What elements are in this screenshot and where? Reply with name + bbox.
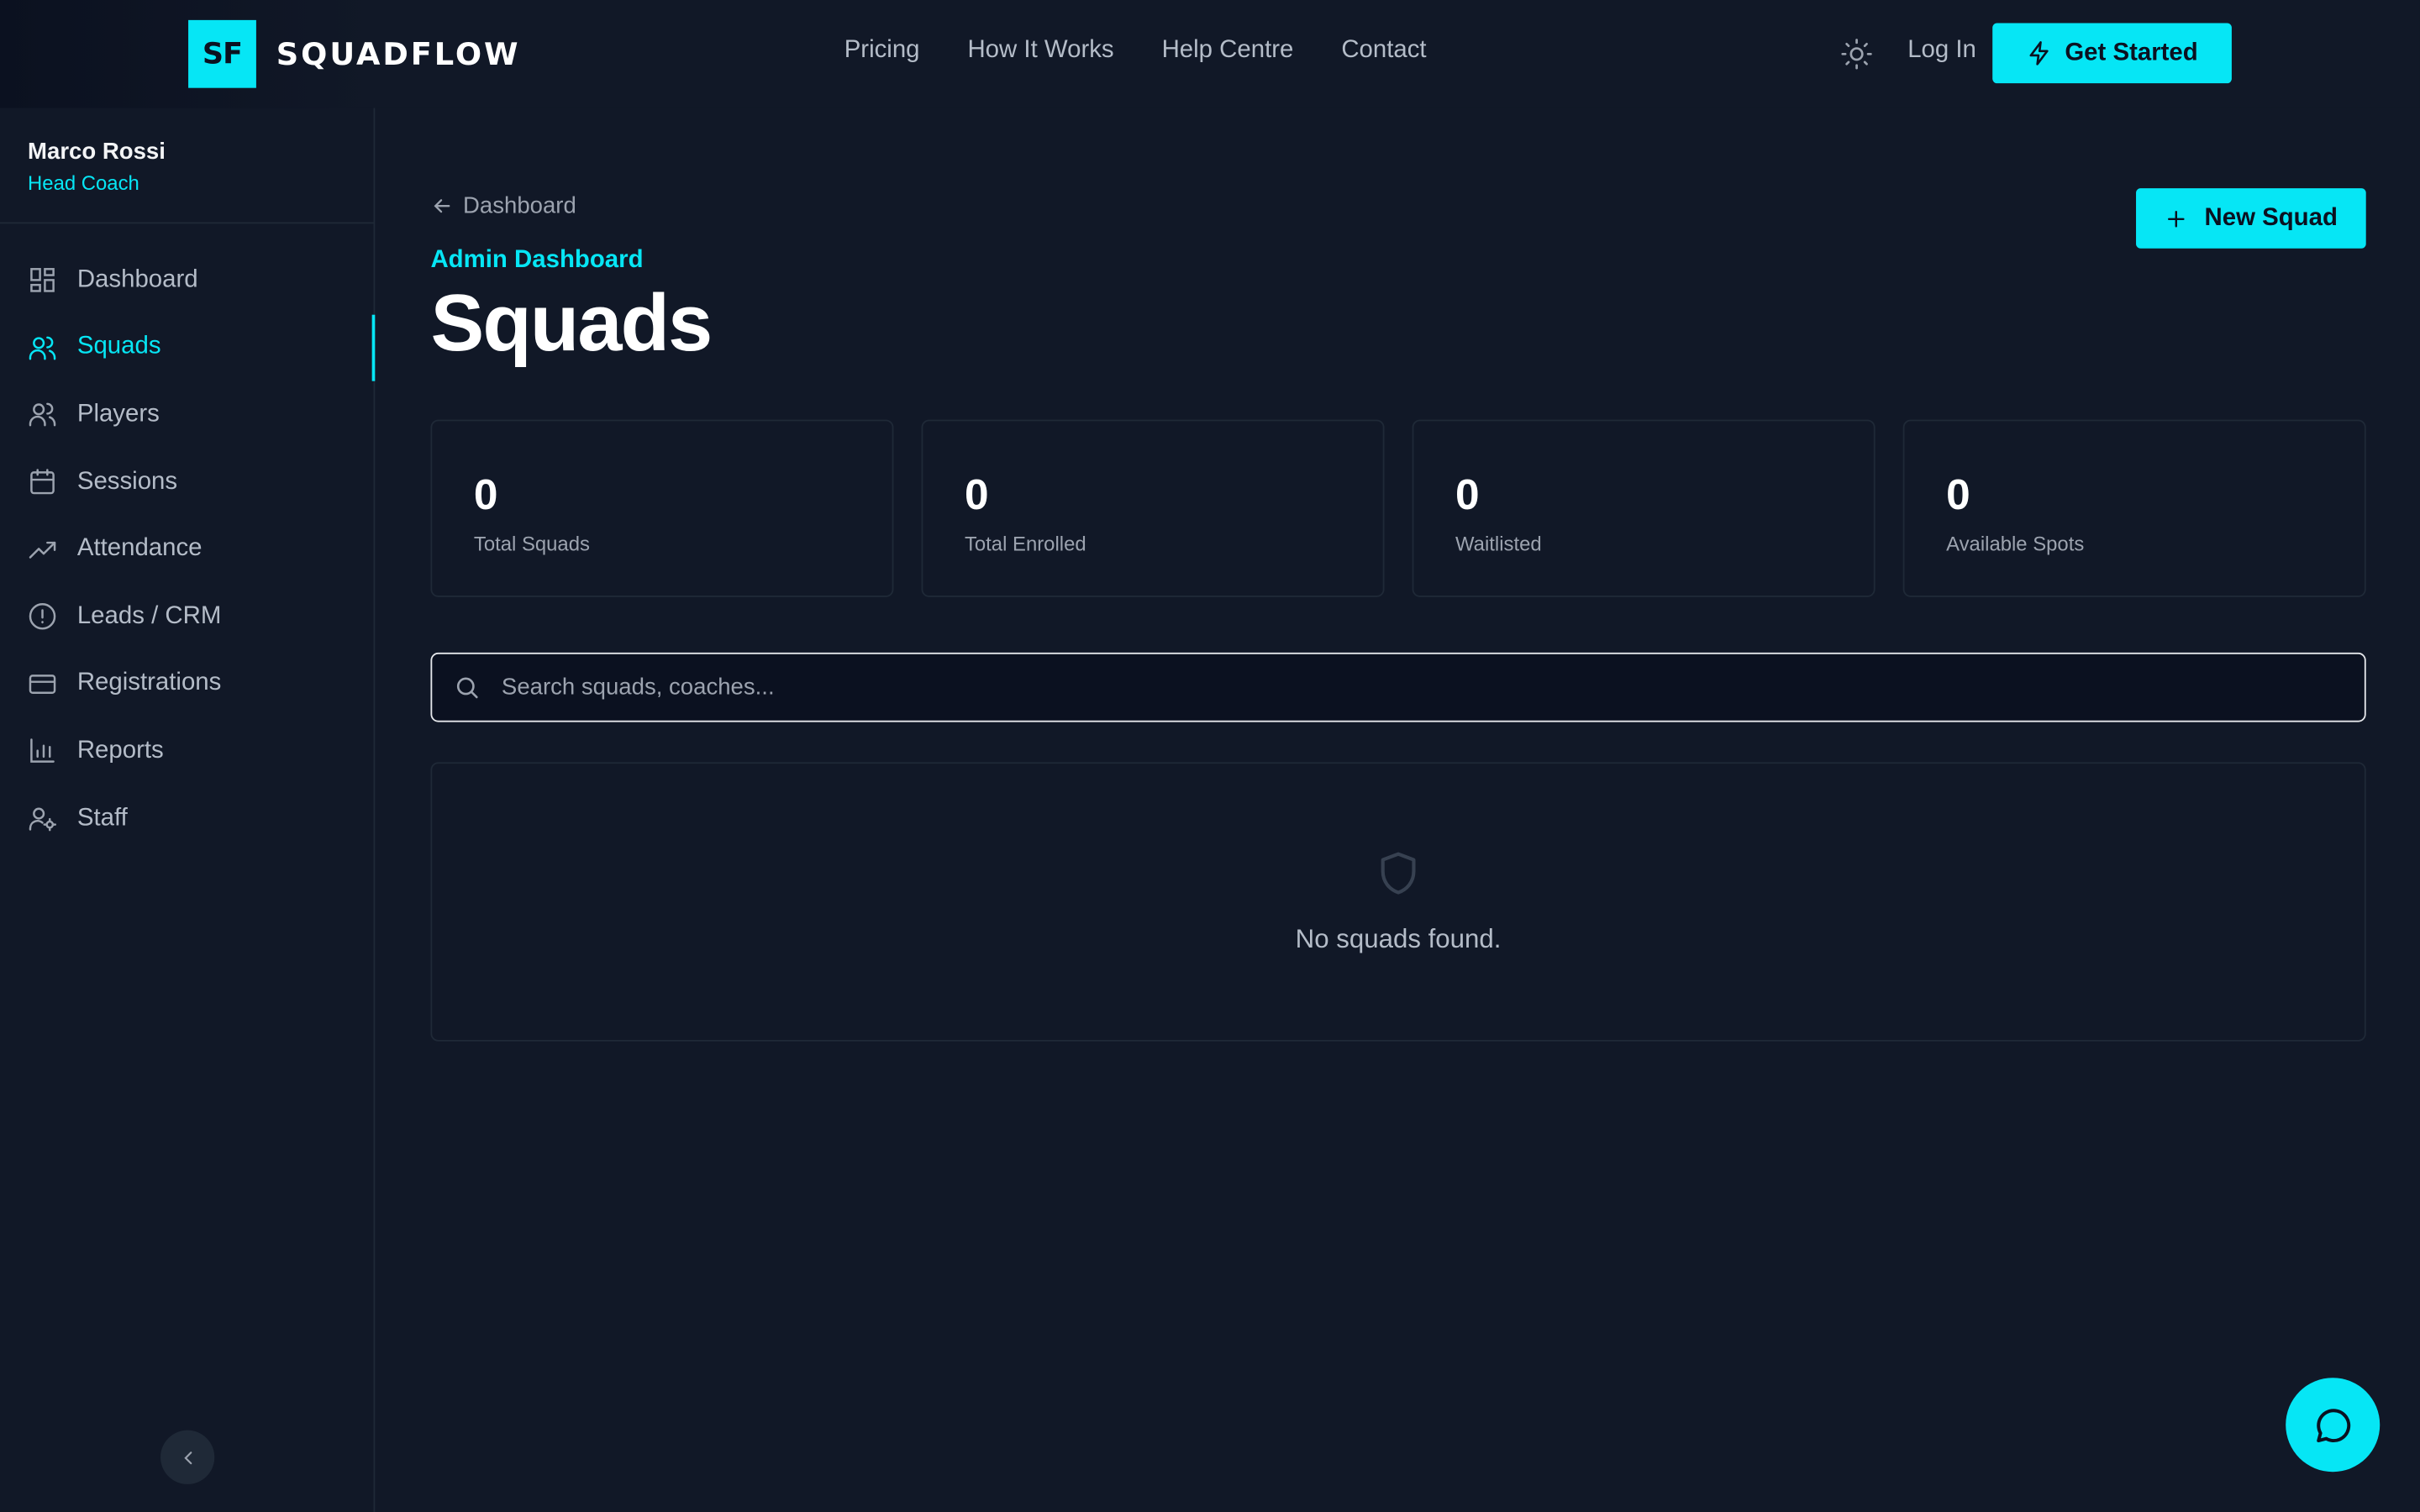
plus-icon	[2168, 210, 2186, 227]
stat-value: 0	[964, 470, 989, 519]
top-nav: SF SQUADFLOW Pricing How It Works Help C…	[0, 0, 2420, 108]
stat-value: 0	[1455, 470, 1480, 519]
stat-value: 0	[473, 470, 498, 519]
grid-icon	[30, 268, 55, 293]
sidebar-item-squads[interactable]: Squads	[0, 313, 376, 381]
credit-card-icon	[29, 674, 56, 694]
stat-label: Available Spots	[1946, 532, 2085, 556]
stats-row: 0 Total Squads 0 Total Enrolled 0 Waitli…	[430, 419, 2366, 597]
search-icon	[456, 677, 478, 699]
user-cog-icon	[29, 807, 57, 832]
calendar-icon	[30, 469, 55, 495]
new-squad-button[interactable]: New Squad	[2136, 188, 2366, 249]
get-started-label: Get Started	[2065, 39, 2198, 66]
sidebar-item-reports[interactable]: Reports	[0, 717, 373, 785]
nav-link-contact[interactable]: Contact	[1341, 37, 1426, 65]
user-name: Marco Rossi	[28, 139, 166, 165]
sidebar-item-label: Sessions	[76, 468, 178, 495]
stat-card-available-spots: 0 Available Spots	[1902, 419, 2366, 597]
page-eyebrow: Admin Dashboard	[430, 246, 644, 274]
sidebar-item-label: Staff	[76, 804, 128, 832]
nav-link-help-centre[interactable]: Help Centre	[1162, 37, 1294, 65]
sidebar-item-label: Leads / CRM	[76, 602, 222, 629]
app-frame: SF SQUADFLOW Pricing How It Works Help C…	[0, 0, 2420, 1512]
nav-link-how-it-works[interactable]: How It Works	[967, 37, 1113, 65]
sidebar-item-players[interactable]: Players	[0, 381, 373, 449]
empty-state-message: No squads found.	[1295, 924, 1502, 954]
primary-nav: Pricing How It Works Help Centre Contact	[844, 37, 1427, 65]
bar-chart-icon	[30, 739, 55, 764]
back-link-label: Dashboard	[463, 192, 576, 219]
users-icon	[29, 403, 56, 428]
search-bar[interactable]	[430, 652, 2366, 722]
stat-card-total-enrolled: 0 Total Enrolled	[921, 419, 1385, 597]
sidebar-item-attendance[interactable]: Attendance	[0, 516, 373, 583]
alert-circle-icon	[29, 603, 56, 631]
lightning-icon	[2029, 41, 2049, 66]
sidebar-item-label: Registrations	[76, 669, 222, 697]
empty-state: No squads found.	[430, 762, 2366, 1042]
sidebar-item-label: Attendance	[76, 535, 203, 562]
user-role: Head Coach	[28, 171, 139, 195]
sidebar-item-label: Players	[76, 401, 160, 428]
arrow-left-icon	[434, 199, 450, 213]
back-link[interactable]: Dashboard	[430, 193, 576, 219]
sidebar-item-sessions[interactable]: Sessions	[0, 449, 373, 516]
shield-icon	[1381, 852, 1416, 895]
login-link[interactable]: Log In	[1907, 37, 1976, 65]
nav-link-pricing[interactable]: Pricing	[844, 37, 920, 65]
sidebar-nav: Dashboard Squads Players Sessions Attend…	[0, 247, 376, 853]
sidebar-item-staff[interactable]: Staff	[0, 785, 373, 852]
brand-mark: SF	[188, 19, 256, 88]
sidebar-item-dashboard[interactable]: Dashboard	[0, 247, 373, 314]
users-icon	[29, 336, 56, 360]
brand-logo[interactable]: SF SQUADFLOW	[188, 19, 521, 88]
chevron-left-icon	[183, 1451, 192, 1464]
trending-up-icon	[29, 541, 56, 559]
stat-label: Total Enrolled	[964, 532, 1086, 556]
chat-bubble-icon	[2316, 1408, 2350, 1442]
page-title: Squads	[430, 279, 713, 369]
stat-label: Waitlisted	[1455, 532, 1542, 556]
sidebar-item-leads-crm[interactable]: Leads / CRM	[0, 583, 373, 650]
sidebar-item-label: Squads	[76, 333, 161, 360]
sidebar-item-label: Dashboard	[76, 266, 198, 293]
new-squad-label: New Squad	[2204, 204, 2338, 231]
search-input[interactable]	[501, 674, 2277, 701]
sidebar-item-label: Reports	[76, 737, 164, 764]
sun-icon[interactable]	[1839, 37, 1873, 71]
sidebar-item-registrations[interactable]: Registrations	[0, 650, 373, 717]
chat-button[interactable]	[2286, 1378, 2381, 1473]
sidebar: Marco Rossi Head Coach Dashboard Squads …	[0, 108, 376, 1512]
collapse-sidebar-button[interactable]	[160, 1430, 215, 1484]
stat-card-waitlisted: 0 Waitlisted	[1412, 419, 1876, 597]
get-started-button[interactable]: Get Started	[1992, 23, 2232, 84]
user-profile: Marco Rossi Head Coach	[0, 108, 374, 224]
stat-card-total-squads: 0 Total Squads	[430, 419, 894, 597]
brand-name: SQUADFLOW	[276, 35, 521, 73]
stat-value: 0	[1946, 470, 1970, 519]
stat-label: Total Squads	[473, 532, 590, 556]
